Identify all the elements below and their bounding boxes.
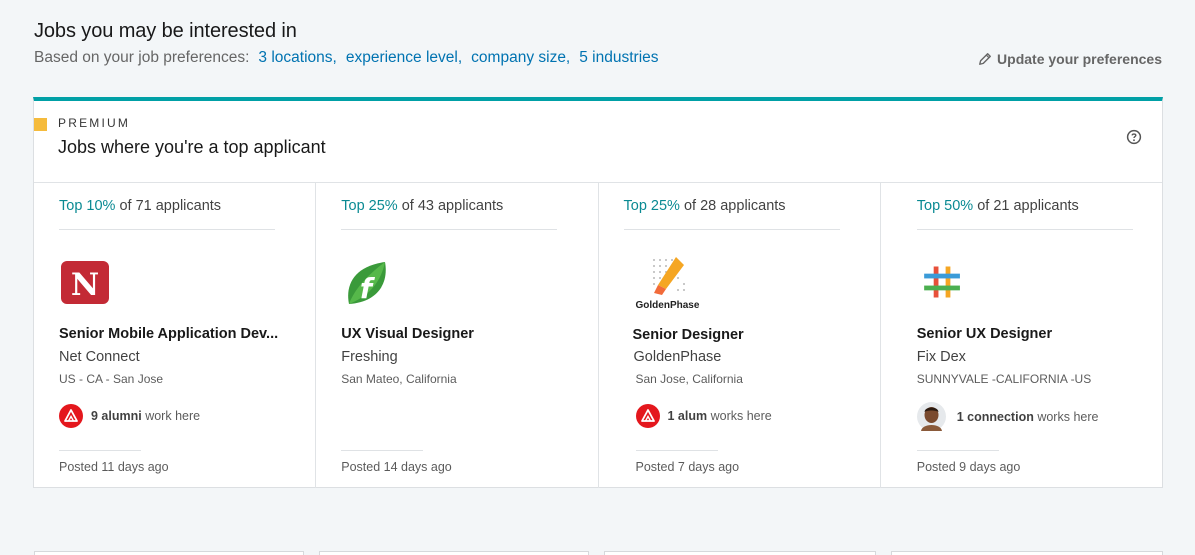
pref-link-company-size[interactable]: company size, [471,49,570,67]
svg-text:N: N [71,267,99,303]
insight-count: 1 alum [667,409,708,423]
job-location: San Jose, California [635,372,743,386]
preferences-prefix: Based on your job preferences: [34,49,250,66]
rank-top-percent: Top 25% [623,198,680,214]
goldenphase-logo-text: GoldenPhase [635,300,700,311]
job-card-goldenphase[interactable]: Top 25% of 28 applicants GoldenPhase Sen… [599,183,881,488]
job-title[interactable]: UX Visual Designer [341,326,474,342]
premium-label: PREMIUM [58,116,131,130]
insight-text: works here [1037,409,1099,424]
company-name: Freshing [341,349,398,365]
premium-card-header: PREMIUM Jobs where you're a top applican… [34,101,1162,183]
jobs-header: Jobs you may be interested in Based on y… [34,20,1162,67]
job-title[interactable]: Senior Mobile Application Dev... [59,326,278,342]
freshing-logo: f [348,262,386,305]
rank-applicant-count: of 71 applicants [119,198,222,214]
pref-link-industries[interactable]: 5 industries [579,49,658,67]
job-card-freshing[interactable]: Top 25% of 43 applicants f UX Visual Des… [316,183,599,488]
job-card-stub [319,551,589,555]
divider [623,229,840,230]
insight-text: works here [710,409,772,423]
rank-top-percent: Top 50% [916,198,974,214]
update-preferences-label: Update your preferences [997,51,1162,67]
job-location: San Mateo, California [341,372,457,386]
fixdex-logo [923,266,960,298]
netconnect-logo: N [61,261,109,304]
divider [341,450,424,451]
school-logo-icon [59,404,83,428]
help-icon[interactable] [1126,129,1142,145]
rank-applicant-count: of 21 applicants [977,198,1079,214]
posted-date: Posted 9 days ago [916,460,1021,474]
company-name: Net Connect [59,349,140,365]
divider [916,229,1133,230]
job-title[interactable]: Senior UX Designer [917,326,1052,342]
divider [59,450,141,451]
pencil-icon [979,53,991,65]
posted-date: Posted 11 days ago [59,460,169,474]
next-row-cards [0,551,1195,555]
rank-top-percent: Top 25% [341,198,398,214]
applicant-rank: Top 50% of 21 applicants [917,198,1079,214]
job-card-list: Top 10% of 71 applicants N Senior Mobile… [34,183,1162,488]
job-card-fix-dex[interactable]: Top 50% of 21 applicants Senior UX Desig… [881,183,1162,488]
job-card-stub [891,551,1163,555]
alumni-insight: 9 alumni work here [59,404,200,428]
posted-date: Posted 7 days ago [635,460,740,474]
premium-top-applicant-card: PREMIUM Jobs where you're a top applican… [33,97,1163,488]
alumni-insight: 1 alum works here [635,404,772,428]
company-name: Fix Dex [916,349,966,365]
applicant-rank: Top 25% of 28 applicants [624,198,786,214]
update-preferences-button[interactable]: Update your preferences [978,51,1162,67]
job-location: SUNNYVALE -CALIFORNIA -US [916,372,1092,386]
applicant-rank: Top 10% of 71 applicants [59,198,221,214]
pref-link-locations[interactable]: 3 locations, [258,49,336,67]
pref-link-experience[interactable]: experience level, [346,49,462,67]
applicant-rank: Top 25% of 43 applicants [341,198,503,214]
company-name: GoldenPhase [633,349,722,365]
connection-insight: 1 connection works here [916,402,1099,431]
divider [59,229,275,230]
rank-top-percent: Top 10% [59,198,116,214]
job-card-stub [604,551,876,555]
premium-badge-icon [34,118,47,131]
rank-applicant-count: of 28 applicants [683,198,786,214]
school-logo-icon [635,404,660,428]
job-title[interactable]: Senior Designer [633,327,744,343]
insight-count: 9 alumni [91,409,142,423]
job-location: US - CA - San Jose [59,372,164,386]
connection-avatar [916,402,946,431]
rank-applicant-count: of 43 applicants [401,198,504,214]
divider [341,229,558,230]
job-card-net-connect[interactable]: Top 10% of 71 applicants N Senior Mobile… [34,183,317,488]
insight-count: 1 connection [956,409,1034,424]
insight-text: work here [145,409,201,423]
divider [635,450,718,451]
job-card-stub [34,551,304,555]
posted-date: Posted 14 days ago [341,460,452,474]
divider [916,450,999,451]
page-title: Jobs you may be interested in [34,20,297,42]
premium-card-title: Jobs where you're a top applicant [58,137,326,157]
